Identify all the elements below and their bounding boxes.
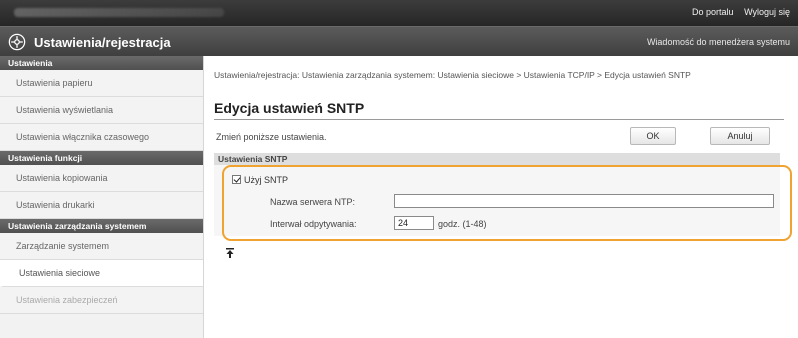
sidebar-item-timer[interactable]: Ustawienia włącznika czasowego <box>0 124 203 151</box>
use-sntp-checkbox[interactable] <box>232 175 241 184</box>
use-sntp-row: Użyj SNTP <box>232 174 288 186</box>
sidebar-heading-system-management: Ustawienia zarządzania systemem <box>0 219 203 233</box>
polling-interval-unit: godz. (1-48) <box>438 219 487 229</box>
gear-icon <box>8 33 26 51</box>
main-content: Ustawienia/rejestracja: Ustawienia zarzą… <box>214 56 794 338</box>
logout-link[interactable]: Wyloguj się <box>744 7 790 17</box>
sidebar-item-printer[interactable]: Ustawienia drukarki <box>0 192 203 219</box>
message-to-admin-link[interactable]: Wiadomość do menedżera systemu <box>647 37 790 47</box>
top-bar: Do portalu Wyloguj się <box>0 0 798 26</box>
sidebar: Ustawienia Ustawienia papieru Ustawienia… <box>0 56 204 338</box>
cancel-button[interactable]: Anuluj <box>710 127 770 145</box>
sidebar-heading-functions: Ustawienia funkcji <box>0 151 203 165</box>
back-to-top-icon[interactable] <box>226 248 234 258</box>
use-sntp-label: Użyj SNTP <box>244 175 289 185</box>
title-bar: Ustawienia/rejestracja Wiadomość do mene… <box>0 26 798 56</box>
sidebar-item-paper[interactable]: Ustawienia papieru <box>0 70 203 97</box>
sidebar-item-copy[interactable]: Ustawienia kopiowania <box>0 165 203 192</box>
top-links: Do portalu Wyloguj się <box>684 7 790 17</box>
section-heading: Ustawienia SNTP <box>214 153 780 165</box>
portal-link[interactable]: Do portalu <box>692 7 734 17</box>
sidebar-item-system-management[interactable]: Zarządzanie systemem <box>0 233 203 260</box>
sidebar-heading-settings: Ustawienia <box>0 56 203 70</box>
sidebar-item-security[interactable]: Ustawienia zabezpieczeń <box>0 287 203 314</box>
title-divider <box>214 119 784 120</box>
app-title: Ustawienia/rejestracja <box>34 35 171 50</box>
ok-button[interactable]: OK <box>630 127 676 145</box>
polling-interval-label: Interwał odpytywania: <box>270 219 357 229</box>
device-name-blurred <box>14 8 224 17</box>
sidebar-item-network[interactable]: Ustawienia sieciowe <box>0 260 203 287</box>
page-title: Edycja ustawień SNTP <box>214 100 365 116</box>
instruction-text: Zmień poniższe ustawienia. <box>216 132 327 142</box>
breadcrumb[interactable]: Ustawienia/rejestracja: Ustawienia zarzą… <box>214 70 784 81</box>
ntp-server-label: Nazwa serwera NTP: <box>270 197 356 207</box>
sidebar-item-display[interactable]: Ustawienia wyświetlania <box>0 97 203 124</box>
polling-interval-input[interactable] <box>394 216 434 230</box>
ntp-server-input[interactable] <box>394 194 774 208</box>
